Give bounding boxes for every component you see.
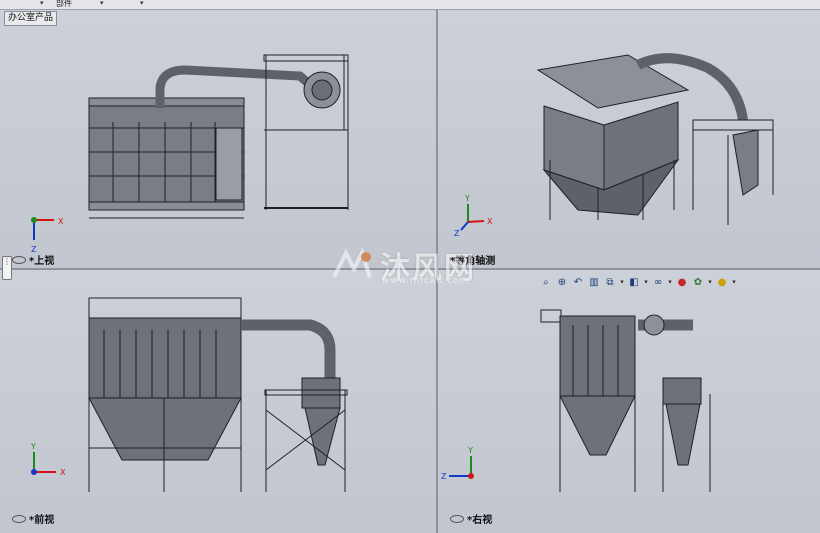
dropdown-arrow-icon[interactable]: ▾ [707,275,713,289]
dropdown-arrow-icon[interactable]: ▾ [40,0,44,7]
breadcrumb[interactable]: 办公室产品 [4,11,58,26]
heads-up-view-toolbar: ⌕ ⊕ ↶ ▥ ⧉ ▾ ◧ ▾ ∞ ▾ ● ✿ ▾ ● ▾ [539,273,737,291]
dropdown-arrow-icon[interactable]: ▾ [619,275,625,289]
svg-text:Y: Y [464,194,470,203]
viewport-front[interactable]: Y X *前视 [0,270,436,533]
edit-appearance-icon[interactable]: ● [675,275,689,289]
top-triad: X Z [31,217,64,254]
view-eye-icon[interactable] [450,514,464,523]
svg-text:X: X [60,468,66,477]
previous-view-icon[interactable]: ↶ [571,275,585,289]
dropdown-arrow-icon[interactable]: ▾ [140,0,144,7]
document-tab-strip: ▾ 部件 ▾ ▾ [0,0,820,10]
right-triad: Y Z [441,446,474,481]
section-view-icon[interactable]: ▥ [587,275,601,289]
front-triad: Y X [30,442,66,477]
iso-triad: Y X Z [454,194,493,238]
viewport-splitter-vertical[interactable] [436,10,438,533]
apply-scene-icon[interactable]: ✿ [691,275,705,289]
svg-text:Z: Z [454,229,460,238]
display-style-icon[interactable]: ◧ [627,275,641,289]
dropdown-arrow-icon[interactable]: ▾ [100,0,104,7]
viewport-isometric[interactable]: Y X Z *等角轴测 [438,10,820,268]
view-eye-icon[interactable] [12,514,26,523]
zoom-area-icon[interactable]: ⊕ [555,275,569,289]
svg-text:Z: Z [441,472,447,481]
front-view-model: Y X [30,297,348,492]
top-view-model: X Z [31,54,349,254]
view-label-isometric: *等角轴测 [450,256,496,267]
isometric-model: Y X Z [454,53,774,238]
viewport-top[interactable]: X Z *上视 [0,10,436,268]
viewport-splitter-horizontal[interactable] [0,268,820,270]
dropdown-arrow-icon[interactable]: ▾ [643,275,649,289]
view-label-front: *前视 [12,511,54,526]
right-view-model: Y Z [441,309,711,492]
svg-text:X: X [58,217,64,226]
part-tab[interactable]: 部件 [56,0,72,9]
viewport-right[interactable]: Y Z *右视 [438,270,820,533]
svg-text:Y: Y [30,442,36,451]
view-orientation-icon[interactable]: ⧉ [603,275,617,289]
panel-resize-handle[interactable]: ⋮ [2,256,12,280]
dropdown-arrow-icon[interactable]: ▾ [667,275,673,289]
dropdown-arrow-icon[interactable]: ▾ [731,275,737,289]
svg-text:X: X [487,217,493,226]
svg-text:Y: Y [467,446,473,455]
hide-show-icon[interactable]: ∞ [651,275,665,289]
view-eye-icon[interactable] [12,255,26,264]
view-settings-icon[interactable]: ● [715,275,729,289]
view-label-top: *上视 [12,252,54,267]
zoom-fit-icon[interactable]: ⌕ [539,275,553,289]
view-label-right: *右视 [450,511,492,526]
